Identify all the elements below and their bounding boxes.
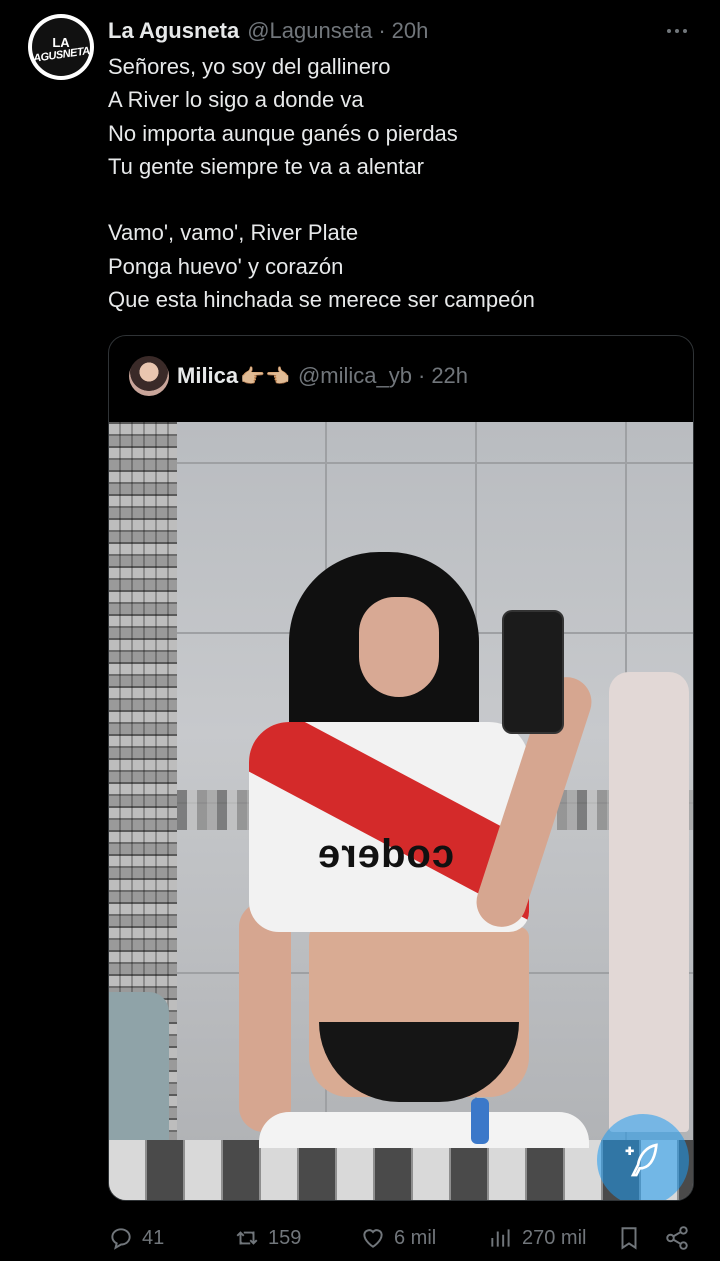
quoted-tweet-timestamp[interactable]: 22h xyxy=(431,363,468,389)
quoted-header-separator: · xyxy=(417,363,426,388)
quoted-tweet-header: Milica 👉🏼👈🏼 @milica_yb · 22h xyxy=(129,356,468,396)
compose-icon[interactable] xyxy=(597,1114,689,1200)
sink xyxy=(259,1112,589,1148)
faucet xyxy=(471,1098,489,1144)
tweet-header: La Agusneta @Lagunseta · 20h xyxy=(108,16,428,46)
reply-icon xyxy=(111,1228,131,1250)
share-icon xyxy=(666,1226,688,1250)
author-handle[interactable]: @Lagunseta xyxy=(247,18,372,44)
quoted-tweet-photo[interactable]: codere xyxy=(109,422,693,1200)
like-button[interactable]: 6 mil xyxy=(360,1222,436,1254)
like-count: 6 mil xyxy=(394,1226,437,1249)
reply-count: 41 xyxy=(142,1226,165,1249)
quoted-tweet[interactable]: Milica 👉🏼👈🏼 @milica_yb · 22h codere xyxy=(108,335,694,1201)
towel-left xyxy=(109,992,169,1142)
views-count: 270 mil xyxy=(522,1226,587,1249)
shirt-sponsor-text: codere xyxy=(317,832,455,876)
tweet-actions: 41 159 6 mil 270 mil xyxy=(108,1222,698,1254)
author-avatar-logo: LA AGUSNETA xyxy=(32,18,90,76)
person-arm-left xyxy=(239,902,291,1132)
author-display-name[interactable]: La Agusneta xyxy=(108,18,239,44)
views-button[interactable]: 270 mil xyxy=(488,1222,586,1254)
header-separator: · xyxy=(378,18,386,43)
heart-icon xyxy=(363,1229,383,1248)
tweet-text: Señores, yo soy del gallinero A River lo… xyxy=(108,54,535,313)
quoted-author-handle[interactable]: @milica_yb xyxy=(298,363,412,389)
tweet-timestamp[interactable]: 20h xyxy=(392,18,429,44)
quoted-author-display-name[interactable]: Milica xyxy=(177,363,238,389)
phone xyxy=(502,610,564,734)
avatar-logo-bottom: AGUSNETA xyxy=(31,45,91,65)
retweet-icon xyxy=(236,1231,258,1245)
quoted-author-avatar[interactable] xyxy=(129,356,169,396)
person-face xyxy=(359,597,439,697)
towel-right xyxy=(609,672,689,1132)
quoted-author-emoji: 👉🏼👈🏼 xyxy=(240,365,290,388)
more-icon[interactable] xyxy=(664,18,690,44)
reply-button[interactable]: 41 xyxy=(108,1222,164,1254)
author-avatar[interactable]: LA AGUSNETA xyxy=(28,14,94,80)
compose-feather-icon xyxy=(625,1143,658,1177)
bookmark-icon xyxy=(621,1227,637,1250)
retweet-button[interactable]: 159 xyxy=(234,1222,301,1254)
views-icon xyxy=(491,1229,510,1247)
share-button[interactable] xyxy=(664,1222,698,1254)
bookmark-button[interactable] xyxy=(616,1222,650,1254)
retweet-count: 159 xyxy=(268,1226,302,1249)
